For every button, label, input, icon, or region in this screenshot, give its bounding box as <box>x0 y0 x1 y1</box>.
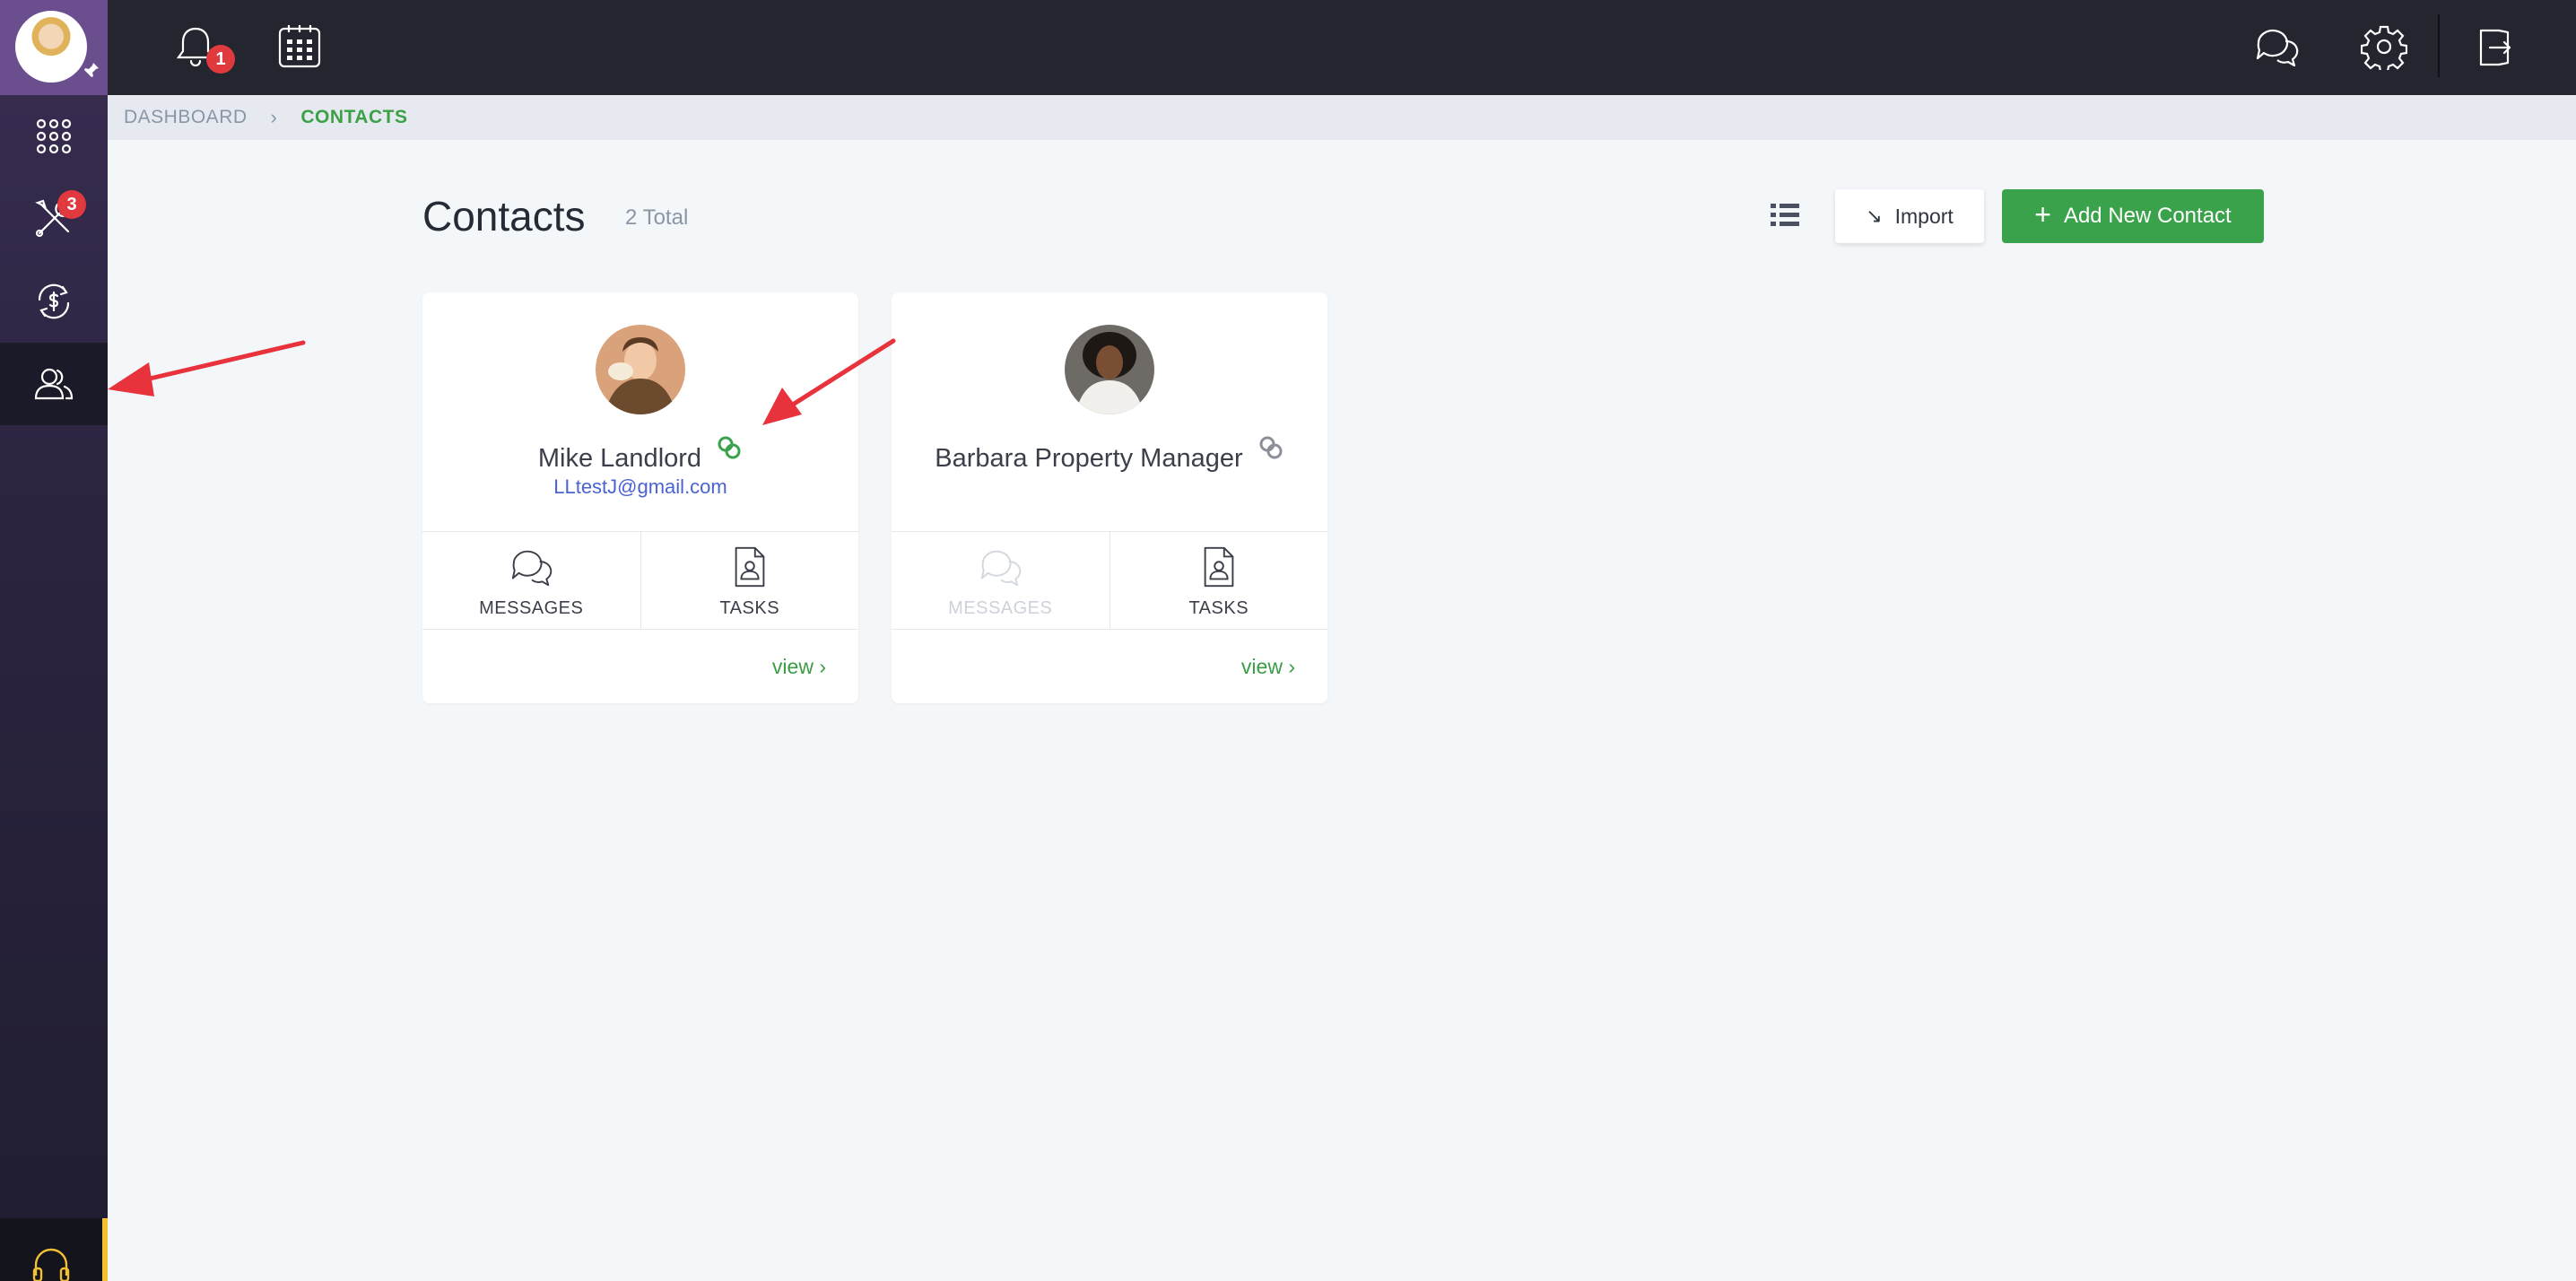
topbar: 1 <box>108 0 2576 95</box>
contacts-total: 2 Total <box>625 205 689 230</box>
contact-name-text: Mike Landlord <box>537 444 702 473</box>
view-label: view <box>771 655 814 678</box>
logout-icon <box>2479 29 2511 66</box>
task-document-icon <box>735 546 765 588</box>
contact-view-link[interactable]: view › <box>1241 655 1295 679</box>
page-title: Contacts <box>422 193 586 240</box>
messages-label: MESSAGES <box>479 598 584 618</box>
contact-messages-button: MESSAGES <box>892 532 1110 629</box>
topbar-divider <box>2438 14 2440 77</box>
task-document-icon <box>1204 546 1234 588</box>
pin-icon[interactable] <box>83 61 100 79</box>
sidebar-item-payments[interactable] <box>0 260 108 343</box>
chat-icon <box>2256 30 2299 67</box>
chevron-right-icon: › <box>819 655 826 678</box>
contact-name: Mike Landlord <box>422 434 858 474</box>
contact-messages-button[interactable]: MESSAGES <box>422 532 640 629</box>
plus-icon: + <box>2034 198 2051 231</box>
list-view-icon[interactable] <box>1769 199 1801 231</box>
help-button[interactable] <box>0 1218 108 1281</box>
contact-tasks-button[interactable]: TASKS <box>1109 532 1328 629</box>
logout-button[interactable] <box>2470 22 2520 72</box>
messages-button[interactable] <box>2251 22 2302 72</box>
apps-grid-icon <box>36 118 72 154</box>
sidebar-item-contacts[interactable] <box>0 343 108 425</box>
contact-photo[interactable] <box>1065 325 1154 414</box>
contacts-icon <box>34 368 74 400</box>
maintenance-badge: 3 <box>57 190 86 219</box>
contact-card: Barbara Property Manager MESSAGES TASKS … <box>892 292 1327 703</box>
calendar-icon <box>278 25 321 68</box>
tasks-label: TASKS <box>719 598 780 618</box>
annotation-arrow-sidebar <box>108 340 306 396</box>
messages-label: MESSAGES <box>948 598 1053 618</box>
unlinked-icon <box>1259 436 1283 459</box>
settings-button[interactable] <box>2359 22 2409 72</box>
contact-actions: MESSAGES TASKS <box>422 531 858 630</box>
sidebar: 3 <box>0 0 108 1281</box>
breadcrumb: DASHBOARD › CONTACTS <box>108 95 2576 140</box>
notifications-button[interactable]: 1 <box>170 22 235 74</box>
notification-badge: 1 <box>206 45 235 74</box>
contact-photo[interactable] <box>596 325 685 414</box>
add-new-contact-button[interactable]: + Add New Contact <box>2002 189 2264 243</box>
view-label: view <box>1240 655 1283 678</box>
chat-icon <box>512 550 553 587</box>
breadcrumb-dashboard[interactable]: DASHBOARD <box>124 107 248 128</box>
avatar-photo <box>15 11 87 83</box>
chevron-right-icon: › <box>1288 655 1295 678</box>
tasks-label: TASKS <box>1188 598 1249 618</box>
contact-actions: MESSAGES TASKS <box>892 531 1327 630</box>
contact-name: Barbara Property Manager <box>892 434 1327 474</box>
import-arrow-icon: ↘ <box>1866 205 1883 227</box>
headset-icon <box>32 1248 70 1281</box>
gear-icon <box>2361 25 2407 70</box>
calendar-button[interactable] <box>274 22 325 72</box>
user-avatar[interactable] <box>0 0 108 95</box>
sidebar-item-apps[interactable] <box>0 95 108 178</box>
contact-email[interactable]: LLtestJ@gmail.com <box>422 475 858 499</box>
add-new-contact-label: Add New Contact <box>2063 204 2232 228</box>
contact-tasks-button[interactable]: TASKS <box>640 532 859 629</box>
breadcrumb-contacts: CONTACTS <box>300 107 408 127</box>
breadcrumb-chevron-icon: › <box>270 106 278 128</box>
chat-icon <box>981 550 1022 587</box>
payments-icon <box>38 283 70 319</box>
sidebar-item-maintenance[interactable]: 3 <box>0 178 108 260</box>
contact-view-link[interactable]: view › <box>772 655 826 679</box>
contact-card: Mike Landlord LLtestJ@gmail.com MESSAGES… <box>422 292 858 703</box>
linked-icon <box>718 436 741 459</box>
import-button[interactable]: ↘ Import <box>1835 189 1984 243</box>
contact-name-text: Barbara Property Manager <box>935 444 1243 473</box>
import-label: Import <box>1894 204 1954 228</box>
